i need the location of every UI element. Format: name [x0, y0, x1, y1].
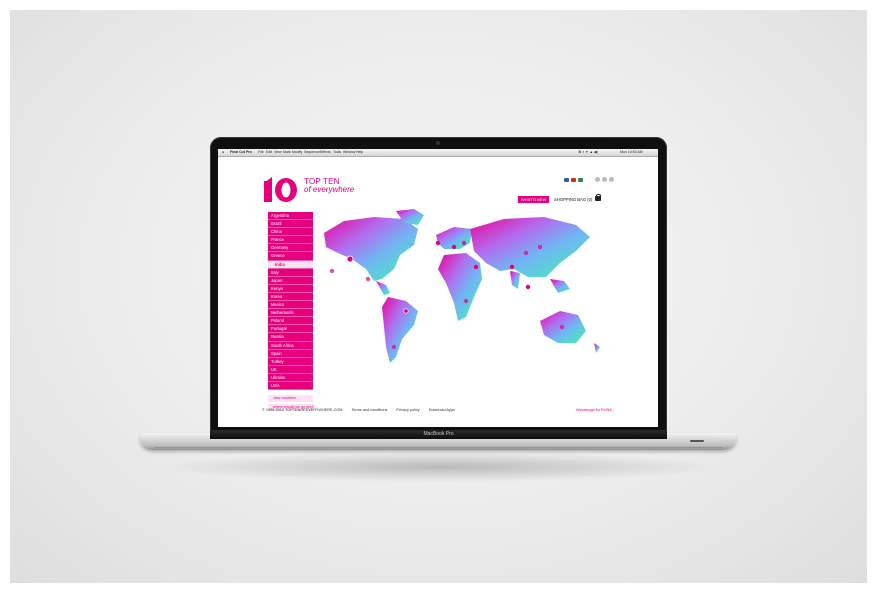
country-item[interactable]: France [268, 236, 313, 245]
menu-view[interactable]: View [274, 150, 282, 154]
facebook-icon[interactable] [595, 177, 600, 182]
whats-new-button[interactable]: WHAT'S NEW [518, 196, 550, 203]
camera-icon [436, 141, 440, 145]
view-countries-button[interactable]: view countries [268, 395, 313, 403]
twitter-icon[interactable] [602, 177, 607, 182]
website: TOP TEN of everywhere WHAT'S NEW SHOPPIN… [218, 157, 658, 427]
mac-menu-bar: ● Final Cut Pro File Edit View Mark Modi… [218, 149, 658, 157]
menu-app-name[interactable]: Final Cut Pro [230, 150, 252, 154]
laptop-hinge: MacBook Pro [210, 430, 667, 439]
country-item[interactable]: Mexico [268, 301, 313, 310]
country-item[interactable]: USA [268, 381, 313, 391]
menu-tools[interactable]: Tools [333, 150, 341, 154]
webdesign-credit-link[interactable]: Webdesign by RUNA [576, 408, 612, 412]
sleep-indicator [690, 440, 704, 442]
world-map[interactable] [314, 207, 614, 387]
menu-mark[interactable]: Mark [283, 150, 291, 154]
country-item[interactable]: Poland [268, 317, 313, 326]
flag-icon-3[interactable] [578, 178, 583, 182]
laptop-lid: ● Final Cut Pro File Edit View Mark Modi… [210, 137, 667, 437]
country-sidebar: Argentina Brazil China France Germany Gr… [268, 212, 315, 413]
country-item[interactable]: Russia [268, 333, 313, 342]
country-item[interactable]: Turkey [268, 357, 313, 366]
flag-icon-2[interactable] [571, 178, 576, 182]
menu-modify[interactable]: Modify [292, 150, 302, 154]
menu-effects[interactable]: Effects [320, 150, 331, 154]
download-apps-link[interactable]: Download Apps [429, 408, 455, 412]
country-item[interactable]: Brazil [268, 220, 313, 229]
country-item[interactable]: Germany [268, 244, 313, 253]
country-item-selected[interactable]: India [268, 260, 313, 269]
apple-icon[interactable]: ● [222, 150, 224, 154]
country-item[interactable]: Italy [268, 268, 313, 277]
menu-window[interactable]: Window [343, 150, 355, 154]
shopping-bag-icon[interactable] [595, 194, 601, 201]
device-label: MacBook Pro [423, 431, 454, 437]
footer: © 1999-2012 TOPTENOFEVERYWHERE.COM Terms… [262, 408, 463, 412]
country-item[interactable]: China [268, 228, 313, 237]
country-item[interactable]: Argentina [268, 212, 313, 221]
menu-clock: Mon 10:53 AM [620, 150, 643, 154]
country-item[interactable]: UK [268, 365, 313, 374]
status-icons[interactable]: ⌘ ◐ ✦ ▲ ◀) [578, 150, 598, 154]
menu-file[interactable]: File [258, 150, 264, 154]
country-item[interactable]: Japan [268, 276, 313, 285]
flag-icon-1[interactable] [564, 178, 569, 182]
menu-edit[interactable]: Edit [266, 150, 272, 154]
country-item[interactable]: South Africa [268, 341, 313, 350]
language-flags [564, 178, 583, 182]
privacy-link[interactable]: Privacy policy [396, 408, 419, 412]
country-item[interactable]: Portugal [268, 325, 313, 334]
laptop-screen: ● Final Cut Pro File Edit View Mark Modi… [218, 149, 658, 427]
social-icons [595, 177, 614, 182]
copyright-text: © 1999-2012 TOPTENOFEVERYWHERE.COM [262, 408, 343, 412]
laptop-shadow [160, 452, 720, 482]
terms-link[interactable]: Terms and conditions [351, 408, 387, 412]
country-item[interactable]: Netherlands [268, 309, 313, 318]
menu-sequence[interactable]: Sequence [304, 150, 320, 154]
logo-subtitle: of everywhere [304, 185, 355, 194]
country-item[interactable]: Greece [268, 252, 313, 261]
country-item[interactable]: Spain [268, 349, 313, 358]
menu-help[interactable]: Help [356, 150, 363, 154]
logo-ten-icon[interactable] [262, 175, 302, 203]
country-item[interactable]: Ukraine [268, 373, 313, 382]
rss-icon[interactable] [609, 177, 614, 182]
country-item[interactable]: Korea [268, 292, 313, 302]
base-edge [154, 447, 722, 448]
country-item[interactable]: Kenya [268, 284, 313, 293]
shopping-bag-link[interactable]: SHOPPING BAG (0) [554, 196, 592, 203]
